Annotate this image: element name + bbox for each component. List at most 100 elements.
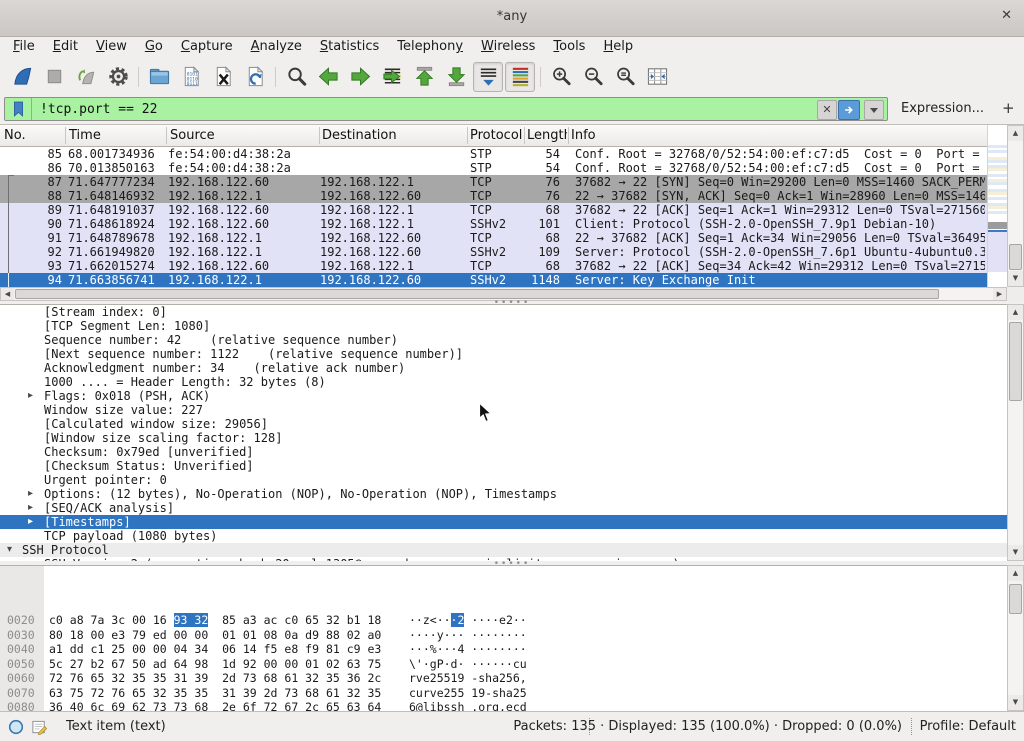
save-capture-button[interactable]: 010101100111 <box>176 62 206 92</box>
resize-columns-button[interactable] <box>642 62 672 92</box>
detail-line-4[interactable]: Acknowledgment number: 34 (relative ack … <box>0 361 1007 375</box>
column-divider[interactable] <box>65 127 66 144</box>
hex-row-0080[interactable]: 008036 40 6c 69 62 73 73 68 2e 6f 72 67 … <box>0 700 1007 711</box>
hex-row-0050[interactable]: 00505c 27 b2 67 50 ad 64 98 1d 92 00 00 … <box>0 657 1007 672</box>
detail-line-14[interactable]: ▸[SEQ/ACK analysis] <box>0 501 1007 515</box>
filter-dropdown-icon[interactable] <box>864 100 884 120</box>
restart-capture-button[interactable] <box>71 62 101 92</box>
find-packet-button[interactable] <box>281 62 311 92</box>
filter-clear-icon[interactable]: ✕ <box>817 100 837 120</box>
expanded-arrow-icon[interactable]: ▾ <box>7 543 12 557</box>
auto-scroll-button[interactable] <box>473 62 503 92</box>
packet-list-header[interactable]: No.TimeSourceDestinationProtocolLengthIn… <box>0 125 987 147</box>
hex-row-0030[interactable]: 003080 18 00 e3 79 ed 00 00 01 01 08 0a … <box>0 628 1007 643</box>
column-header-destination[interactable]: Destination <box>322 128 397 143</box>
collapsed-arrow-icon[interactable]: ▸ <box>28 389 33 403</box>
column-divider[interactable] <box>568 127 569 144</box>
column-header-time[interactable]: Time <box>69 128 101 143</box>
open-capture-button[interactable] <box>144 62 174 92</box>
collapsed-arrow-icon[interactable]: ▸ <box>28 515 33 529</box>
start-capture-button[interactable] <box>7 62 37 92</box>
scroll-down-icon[interactable]: ▼ <box>1008 695 1023 710</box>
first-packet-button[interactable] <box>409 62 439 92</box>
detail-line-10[interactable]: Checksum: 0x79ed [unverified] <box>0 445 1007 459</box>
capture-options-button[interactable] <box>103 62 133 92</box>
scroll-up-icon[interactable]: ▲ <box>1008 305 1023 320</box>
filter-add-button[interactable]: + <box>1002 99 1015 117</box>
detail-line-5[interactable]: 1000 .... = Header Length: 32 bytes (8) <box>0 375 1007 389</box>
detail-line-15[interactable]: ▸[Timestamps] <box>0 515 1007 529</box>
menu-go[interactable]: Go <box>136 36 172 59</box>
detail-line-6[interactable]: ▸Flags: 0x018 (PSH, ACK) <box>0 389 1007 403</box>
next-packet-button[interactable] <box>345 62 375 92</box>
window-close-button[interactable]: ✕ <box>1001 8 1012 23</box>
packet-list-vscrollbar[interactable]: ▲ ▼ <box>1007 125 1024 287</box>
detail-line-0[interactable]: [Stream index: 0] <box>0 305 1007 319</box>
detail-vscroll-thumb[interactable] <box>1009 322 1022 401</box>
packet-row-94[interactable]: 9471.663856741192.168.122.1192.168.122.6… <box>0 273 987 287</box>
packet-row-91[interactable]: 9171.648789678192.168.122.1192.168.122.6… <box>0 231 987 245</box>
detail-line-17[interactable]: ▾SSH Protocol <box>0 543 1007 557</box>
hex-vscrollbar[interactable]: ▲ ▼ <box>1007 565 1024 711</box>
detail-line-16[interactable]: TCP payload (1080 bytes) <box>0 529 1007 543</box>
column-divider[interactable] <box>524 127 525 144</box>
menu-view[interactable]: View <box>87 36 136 59</box>
hex-row-0070[interactable]: 007063 75 72 76 65 32 35 35 31 39 2d 73 … <box>0 686 1007 701</box>
expert-info-icon[interactable] <box>8 719 24 739</box>
filter-apply-icon[interactable] <box>838 100 860 120</box>
stop-capture-button[interactable] <box>39 62 69 92</box>
zoom-out-button[interactable] <box>578 62 608 92</box>
packet-row-92[interactable]: 9271.661949820192.168.122.1192.168.122.6… <box>0 245 987 259</box>
scroll-up-icon[interactable]: ▲ <box>1008 566 1023 581</box>
detail-line-2[interactable]: Sequence number: 42 (relative sequence n… <box>0 333 1007 347</box>
packet-row-87[interactable]: 8771.647777234192.168.122.60192.168.122.… <box>0 175 987 189</box>
column-divider[interactable] <box>467 127 468 144</box>
packet-list-hscroll-thumb[interactable] <box>15 289 939 299</box>
packet-row-90[interactable]: 9071.648618924192.168.122.60192.168.122.… <box>0 217 987 231</box>
hex-vscroll-thumb[interactable] <box>1009 584 1022 614</box>
hex-row-0020[interactable]: 0020c0 a8 7a 3c 00 16 93 32 85 a3 ac c0 … <box>0 613 1007 628</box>
collapsed-arrow-icon[interactable]: ▸ <box>28 487 33 501</box>
zoom-in-button[interactable] <box>546 62 576 92</box>
detail-line-1[interactable]: [TCP Segment Len: 1080] <box>0 319 1007 333</box>
packet-row-86[interactable]: 8670.013850163fe:54:00:d4:38:2aSTP54Conf… <box>0 161 987 175</box>
column-divider[interactable] <box>166 127 167 144</box>
expression-button[interactable]: Expression... <box>901 101 984 116</box>
packet-list-minimap[interactable] <box>987 125 1007 287</box>
menu-analyze[interactable]: Analyze <box>242 36 311 59</box>
column-header-source[interactable]: Source <box>170 128 215 143</box>
detail-line-11[interactable]: [Checksum Status: Unverified] <box>0 459 1007 473</box>
column-divider[interactable] <box>319 127 320 144</box>
colorize-button[interactable] <box>505 62 535 92</box>
menu-tools[interactable]: Tools <box>544 36 594 59</box>
menu-statistics[interactable]: Statistics <box>311 36 388 59</box>
capture-comment-icon[interactable] <box>31 719 48 740</box>
detail-line-13[interactable]: ▸Options: (12 bytes), No-Operation (NOP)… <box>0 487 1007 501</box>
menu-edit[interactable]: Edit <box>44 36 87 59</box>
display-filter-input[interactable]: !tcp.port == 22 ✕ <box>4 97 888 121</box>
column-header-length[interactable]: Length <box>527 128 567 143</box>
detail-line-3[interactable]: [Next sequence number: 1122 (relative se… <box>0 347 1007 361</box>
detail-line-8[interactable]: [Calculated window size: 29056] <box>0 417 1007 431</box>
last-packet-button[interactable] <box>441 62 471 92</box>
detail-vscrollbar[interactable]: ▲ ▼ <box>1007 304 1024 561</box>
status-profile[interactable]: Profile: Default <box>920 719 1016 734</box>
scroll-down-icon[interactable]: ▼ <box>1008 545 1023 560</box>
go-to-packet-button[interactable] <box>377 62 407 92</box>
packet-row-88[interactable]: 8871.648146932192.168.122.1192.168.122.6… <box>0 189 987 203</box>
detail-line-12[interactable]: Urgent pointer: 0 <box>0 473 1007 487</box>
packet-row-85[interactable]: 8568.001734936fe:54:00:d4:38:2aSTP54Conf… <box>0 147 987 161</box>
packet-row-93[interactable]: 9371.662015274192.168.122.60192.168.122.… <box>0 259 987 273</box>
menu-wireless[interactable]: Wireless <box>472 36 544 59</box>
zoom-100-button[interactable] <box>610 62 640 92</box>
menu-help[interactable]: Help <box>594 36 642 59</box>
menu-telephony[interactable]: Telephony <box>388 36 472 59</box>
scroll-down-icon[interactable]: ▼ <box>1008 271 1023 286</box>
scroll-right-icon[interactable]: ▶ <box>993 288 1006 300</box>
previous-packet-button[interactable] <box>313 62 343 92</box>
hex-row-0040[interactable]: 0040a1 dd c1 25 00 00 04 34 06 14 f5 e8 … <box>0 642 1007 657</box>
packet-row-89[interactable]: 8971.648191037192.168.122.60192.168.122.… <box>0 203 987 217</box>
column-header-no[interactable]: No. <box>4 128 26 143</box>
column-header-protocol[interactable]: Protocol <box>470 128 522 143</box>
hex-row-0060[interactable]: 006072 76 65 32 35 35 31 39 2d 73 68 61 … <box>0 671 1007 686</box>
